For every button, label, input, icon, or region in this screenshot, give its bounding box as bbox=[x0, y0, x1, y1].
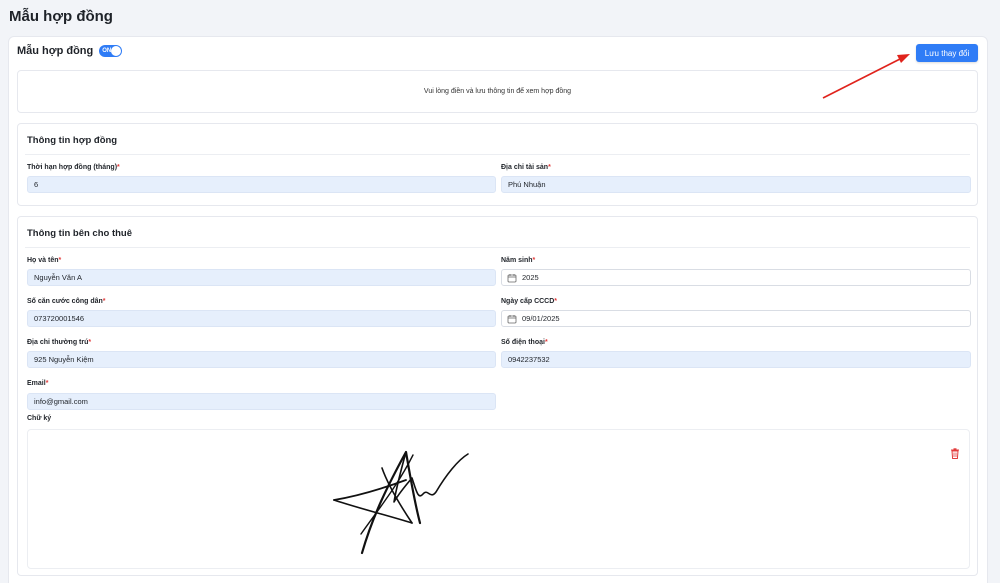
calendar-icon bbox=[507, 273, 517, 282]
signature-drawing bbox=[333, 450, 469, 555]
duration-label: Thời hạn hợp đồng (tháng)* bbox=[27, 164, 120, 171]
trash-icon[interactable] bbox=[950, 448, 960, 459]
id-number-label: Số căn cước công dân* bbox=[27, 298, 106, 305]
birth-year-label: Năm sinh* bbox=[501, 257, 536, 264]
email-input[interactable]: info@gmail.com bbox=[27, 393, 496, 410]
birth-year-picker[interactable]: 2025 bbox=[501, 269, 971, 286]
toggle-state-text: ON bbox=[102, 48, 112, 54]
email-label: Email* bbox=[27, 380, 49, 387]
preview-notice-text: Vui lòng điền và lưu thông tin để xem hợ… bbox=[423, 88, 572, 95]
residence-label: Địa chỉ thường trú* bbox=[27, 339, 92, 346]
template-header: Mẫu hợp đồng ON bbox=[17, 45, 123, 57]
calendar-icon bbox=[507, 314, 517, 323]
save-changes-button[interactable]: Lưu thay đổi bbox=[916, 44, 978, 62]
template-label: Mẫu hợp đồng bbox=[17, 45, 94, 57]
toggle-knob bbox=[111, 46, 122, 56]
phone-label: Số điện thoại* bbox=[501, 339, 548, 346]
residence-input[interactable]: 925 Nguyễn Kiệm bbox=[27, 351, 496, 368]
id-issue-date-picker[interactable]: 09/01/2025 bbox=[501, 310, 971, 327]
id-issue-date-label: Ngày cấp CCCD* bbox=[501, 298, 558, 305]
contract-info-title: Thông tin hợp đồng bbox=[27, 135, 118, 146]
signature-pad[interactable] bbox=[27, 429, 970, 569]
full-name-label: Họ và tên* bbox=[27, 257, 62, 264]
property-address-label: Địa chỉ tài sản* bbox=[501, 164, 551, 171]
template-toggle[interactable]: ON bbox=[99, 45, 123, 57]
lessor-info-card: Thông tin bên cho thuê Họ và tên* Nguyễn… bbox=[17, 216, 978, 576]
duration-input[interactable]: 6 bbox=[27, 176, 496, 193]
divider bbox=[25, 154, 970, 155]
divider bbox=[25, 247, 970, 248]
signature-label: Chữ ký bbox=[27, 415, 52, 422]
property-address-input[interactable]: Phú Nhuận bbox=[501, 176, 971, 193]
phone-input[interactable]: 0942237532 bbox=[501, 351, 971, 368]
page-title: Mẫu hợp đồng bbox=[9, 8, 113, 25]
preview-notice: Vui lòng điền và lưu thông tin để xem hợ… bbox=[17, 70, 978, 113]
lessor-info-title: Thông tin bên cho thuê bbox=[27, 228, 133, 239]
full-name-input[interactable]: Nguyễn Văn A bbox=[27, 269, 496, 286]
contract-info-card: Thông tin hợp đồng Thời hạn hợp đồng (th… bbox=[17, 123, 978, 206]
id-number-input[interactable]: 073720001546 bbox=[27, 310, 496, 327]
